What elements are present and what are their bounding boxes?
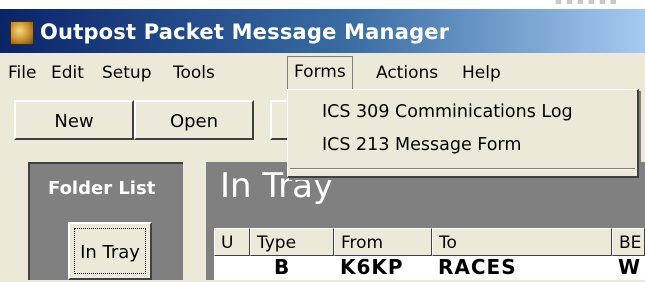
cell-be: W — [618, 255, 642, 279]
column-header-type[interactable]: Type — [250, 228, 334, 256]
background-strip: ▪ ▪ ▪ ▪ ▪ ▪ — [0, 0, 645, 9]
folder-list-header: Folder List — [48, 178, 156, 199]
folder-list-panel: Folder List In Tray — [28, 162, 183, 280]
new-button[interactable]: New — [14, 100, 134, 140]
window-title: Outpost Packet Message Manager — [40, 20, 450, 44]
menu-tools[interactable]: Tools — [167, 59, 221, 87]
menu-item-ics-309[interactable]: ICS 309 Comminications Log — [322, 99, 573, 125]
menu-bar: File Edit Setup Tools Forms Actions Help — [0, 53, 645, 91]
message-grid: U Type From To BE B K6KP RACES W — [206, 214, 645, 280]
menu-forms[interactable]: Forms — [287, 56, 353, 89]
cell-from: K6KP — [340, 255, 404, 279]
cell-u — [214, 254, 256, 280]
menu-file[interactable]: File — [2, 59, 42, 87]
menu-actions[interactable]: Actions — [370, 59, 444, 87]
app-icon[interactable] — [10, 21, 34, 45]
cell-type: B — [274, 255, 291, 279]
focus-rectangle — [74, 228, 146, 274]
grid-header-row: U Type From To BE — [214, 228, 645, 256]
column-header-be[interactable]: BE — [612, 228, 645, 256]
background-window-fragment: ▪ ▪ ▪ ▪ ▪ ▪ — [554, 0, 617, 7]
column-header-to[interactable]: To — [432, 228, 612, 256]
open-button[interactable]: Open — [134, 100, 254, 140]
in-tray-folder-button[interactable]: In Tray — [68, 222, 152, 280]
table-row[interactable]: B K6KP RACES W — [214, 254, 645, 280]
forms-dropdown-menu: ICS 309 Comminications Log ICS 213 Messa… — [287, 89, 639, 178]
menu-item-ics-213[interactable]: ICS 213 Message Form — [322, 132, 521, 158]
menu-edit[interactable]: Edit — [45, 59, 90, 87]
menu-help[interactable]: Help — [456, 59, 507, 87]
cell-to: RACES — [438, 255, 517, 279]
column-header-from[interactable]: From — [334, 228, 432, 256]
title-bar[interactable]: Outpost Packet Message Manager — [0, 9, 645, 53]
menu-separator — [290, 168, 635, 170]
menu-setup[interactable]: Setup — [96, 59, 157, 87]
column-header-u[interactable]: U — [214, 228, 250, 256]
